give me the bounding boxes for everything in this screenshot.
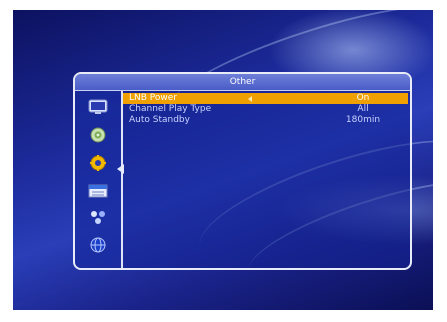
setting-row-auto-standby[interactable]: Auto Standby 180min [123, 115, 408, 126]
selected-menu-arrow-icon [117, 164, 124, 174]
network-icon[interactable] [88, 209, 108, 225]
tv-screen: Other LNB Power On Channel Play Type All… [13, 10, 433, 310]
setting-value: All [357, 104, 369, 114]
settings-window: Other LNB Power On Channel Play Type All… [73, 72, 412, 270]
setting-row-channel-play-type[interactable]: Channel Play Type All [123, 104, 408, 115]
menu-sidebar [75, 91, 124, 268]
setting-label: LNB Power [129, 93, 177, 103]
arrow-left-icon[interactable] [248, 96, 252, 102]
window-title: Other [75, 74, 410, 91]
setting-label: Channel Play Type [129, 104, 212, 114]
tv-icon[interactable] [88, 99, 108, 115]
setting-row-lnb-power[interactable]: LNB Power On [123, 93, 408, 104]
setting-value: 180min [345, 115, 381, 125]
calendar-icon[interactable] [88, 183, 108, 199]
settings-list: LNB Power On Channel Play Type All Auto … [123, 93, 408, 126]
satellite-dish-icon[interactable] [88, 127, 108, 143]
gear-icon[interactable] [88, 155, 108, 171]
setting-value: On [356, 93, 370, 103]
setting-label: Auto Standby [129, 115, 190, 125]
globe-icon[interactable] [88, 237, 108, 253]
